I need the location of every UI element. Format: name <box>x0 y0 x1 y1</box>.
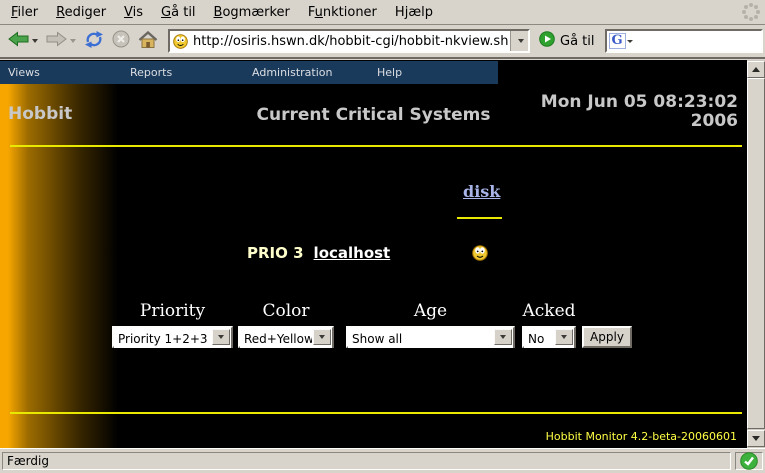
arrow-up-icon <box>752 67 760 72</box>
hostname-link[interactable]: localhost <box>314 244 391 262</box>
host-row: PRIO 3 localhost <box>247 244 390 262</box>
menu-help[interactable]: Hjælp <box>386 2 442 23</box>
disk-column-link[interactable]: disk <box>463 182 500 201</box>
color-select-wrapper: Red+Yellow <box>238 326 334 348</box>
apply-button[interactable]: Apply <box>582 326 632 348</box>
version-footer: Hobbit Monitor 4.2-beta-20060601 <box>546 430 737 443</box>
navbar-item-views[interactable]: Views <box>8 66 40 79</box>
acked-select-wrapper: No <box>522 326 576 348</box>
page-loaded-check-icon <box>735 452 763 470</box>
navbar-item-help[interactable]: Help <box>377 66 402 79</box>
top-rule <box>10 145 742 147</box>
priority-column-header: Priority <box>112 301 233 321</box>
menu-go[interactable]: Gå til <box>152 2 205 23</box>
menu-bar: Filer Rediger Vis Gå til Bogmærker Funkt… <box>0 0 765 25</box>
browser-window: Filer Rediger Vis Gå til Bogmærker Funkt… <box>0 0 765 473</box>
google-search-engine-icon[interactable]: G <box>609 33 626 49</box>
gold-gradient-backdrop <box>0 84 747 448</box>
reload-button[interactable] <box>84 30 104 53</box>
priority-select[interactable]: Priority 1+2+3 <box>114 330 231 348</box>
hobbit-navbar: Views Reports Administration Help <box>0 61 498 84</box>
acked-select[interactable]: No <box>524 330 574 348</box>
scrollbar-thumb[interactable] <box>747 78 765 429</box>
navbar-item-reports[interactable]: Reports <box>130 66 172 79</box>
home-icon <box>138 31 158 52</box>
chevron-down-icon <box>518 39 524 43</box>
go-button[interactable]: Gå til <box>539 31 595 51</box>
age-column-header: Age <box>346 301 515 321</box>
navbar-item-administration[interactable]: Administration <box>252 66 333 79</box>
reload-icon <box>84 30 104 53</box>
menu-file[interactable]: Filer <box>2 2 47 23</box>
stop-icon <box>112 30 130 52</box>
forward-dropdown-icon[interactable] <box>70 39 76 43</box>
timestamp-line1: Mon Jun 05 08:23:02 <box>541 93 738 112</box>
menu-view[interactable]: Vis <box>115 2 152 23</box>
page-timestamp: Mon Jun 05 08:23:02 2006 <box>541 93 738 131</box>
throbber-icon <box>740 1 762 23</box>
favicon-smiley-icon <box>173 34 188 49</box>
go-button-label: Gå til <box>560 34 595 49</box>
scroll-up-button[interactable] <box>747 61 765 78</box>
url-history-dropdown[interactable] <box>510 31 528 51</box>
color-select[interactable]: Red+Yellow <box>240 330 332 348</box>
age-select[interactable]: Show all <box>348 330 513 348</box>
yellow-smiley-status-icon[interactable] <box>472 245 488 261</box>
navigation-toolbar: Gå til G <box>0 25 765 59</box>
arrow-down-icon <box>752 436 760 441</box>
acked-column-header: Acked <box>522 301 576 321</box>
color-column-header: Color <box>238 301 334 321</box>
url-bar[interactable] <box>168 29 530 53</box>
browser-viewport: Views Reports Administration Help Hobbit… <box>0 60 765 448</box>
scroll-down-button[interactable] <box>747 430 765 447</box>
search-input[interactable] <box>633 33 761 49</box>
forward-button[interactable] <box>46 31 76 51</box>
age-select-wrapper: Show all <box>346 326 515 348</box>
status-bar: Færdig <box>0 448 765 473</box>
stop-button[interactable] <box>112 30 130 52</box>
back-dropdown-icon[interactable] <box>32 39 38 43</box>
search-bar[interactable]: G <box>605 29 763 53</box>
menu-edit[interactable]: Rediger <box>47 2 115 23</box>
menu-bookmarks[interactable]: Bogmærker <box>205 2 299 23</box>
page-content: Views Reports Administration Help Hobbit… <box>0 60 747 448</box>
priority-select-wrapper: Priority 1+2+3 <box>112 326 233 348</box>
go-icon <box>539 31 555 51</box>
priority-label: PRIO 3 <box>247 244 304 262</box>
menu-tools[interactable]: Funktioner <box>299 2 386 23</box>
status-text: Færdig <box>2 452 731 470</box>
home-button[interactable] <box>138 31 158 52</box>
url-input[interactable] <box>191 34 510 49</box>
back-button[interactable] <box>8 31 38 51</box>
back-icon <box>8 31 29 51</box>
vertical-scrollbar[interactable] <box>747 60 765 448</box>
bottom-rule <box>10 412 742 414</box>
timestamp-line2: 2006 <box>541 112 738 131</box>
forward-icon <box>46 31 67 51</box>
disk-column-underline <box>457 217 502 219</box>
